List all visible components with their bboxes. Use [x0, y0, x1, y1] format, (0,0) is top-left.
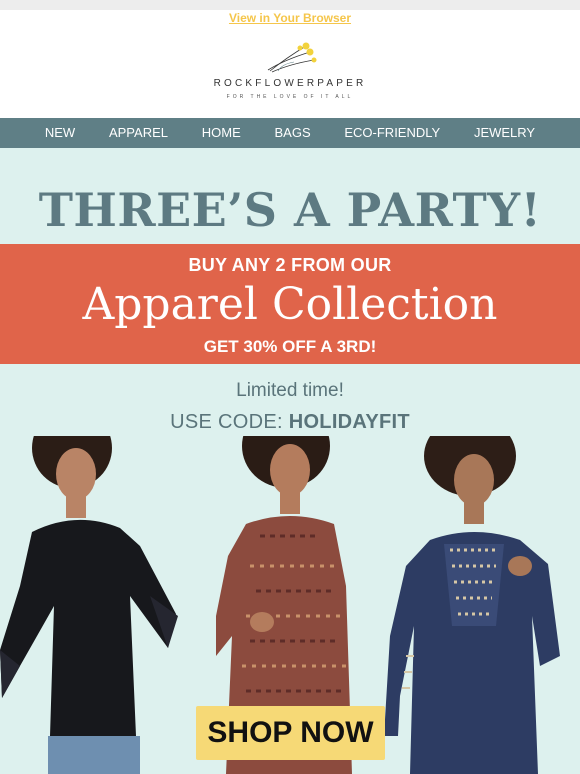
- promo-bottom-text: GET 30% OFF A 3RD!: [203, 337, 377, 356]
- nav-item-eco-friendly[interactable]: ECO-FRIENDLY: [344, 118, 440, 148]
- view-in-browser-link[interactable]: View in Your Browser: [0, 10, 580, 26]
- nav-item-new[interactable]: NEW: [45, 118, 75, 148]
- hero-banner[interactable]: THREE’S A PARTY! BUY ANY 2 FROM OUR Appa…: [0, 148, 580, 774]
- email-header: ROCKFLOWERPAPER FOR THE LOVE OF IT ALL: [0, 30, 580, 118]
- promo-top-text: BUY ANY 2 FROM OUR: [188, 255, 392, 275]
- promo-code: HOLIDAYFIT: [288, 411, 410, 433]
- brand-tagline: FOR THE LOVE OF IT ALL: [226, 94, 354, 100]
- promo-main-text: Apparel Collection: [82, 279, 498, 330]
- code-prefix: USE CODE:: [170, 411, 289, 433]
- nav-item-jewelry[interactable]: JEWELRY: [474, 118, 535, 148]
- nav-item-home[interactable]: HOME: [202, 118, 241, 148]
- top-bar: [0, 0, 580, 10]
- promo-band: BUY ANY 2 FROM OUR Apparel Collection GE…: [0, 244, 580, 364]
- nav-item-bags[interactable]: BAGS: [274, 118, 310, 148]
- promo-code-line: USE CODE: HOLIDAYFIT: [0, 411, 580, 434]
- model-black-tunic: [0, 436, 178, 774]
- limited-time-text: Limited time!: [236, 380, 344, 401]
- nav-item-apparel[interactable]: APPAREL: [109, 118, 168, 148]
- model-denim-tunic: [384, 436, 560, 774]
- main-nav: NEW APPAREL HOME BAGS ECO-FRIENDLY JEWEL…: [0, 118, 580, 148]
- hero-headline: THREE’S A PARTY!: [38, 183, 542, 237]
- shop-now-button[interactable]: SHOP NOW: [196, 706, 385, 760]
- brand-name: ROCKFLOWERPAPER: [213, 78, 367, 89]
- flower-logo-icon: [267, 42, 317, 73]
